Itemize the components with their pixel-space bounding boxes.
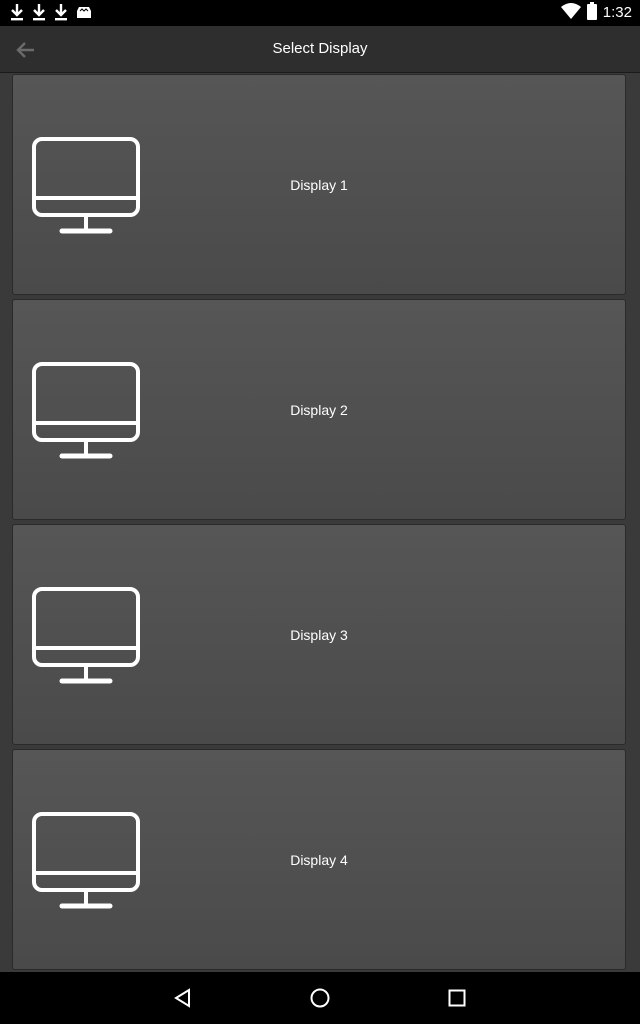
store-icon (76, 4, 92, 20)
display-list: Display 1 Display 2 Display 3 Display 4 (12, 74, 628, 974)
display-card-2[interactable]: Display 2 (12, 299, 626, 520)
system-icons: 1:32 (560, 1, 632, 25)
status-bar: 1:32 (0, 0, 640, 26)
display-label: Display 4 (290, 851, 348, 868)
notification-icons (10, 3, 92, 21)
arrow-left-icon (16, 42, 34, 58)
status-time: 1:32 (602, 4, 632, 21)
display-card-3[interactable]: Display 3 (12, 524, 626, 745)
nav-recents-icon (448, 989, 466, 1007)
back-button[interactable] (14, 38, 38, 62)
page-title: Select Display (272, 40, 368, 57)
display-card-1[interactable]: Display 1 (12, 74, 626, 295)
nav-home-button[interactable] (308, 986, 332, 1010)
screen: 1:32 Select Display Display 1 Display 2 … (0, 0, 640, 1024)
nav-back-icon (174, 988, 190, 1008)
display-label: Display 3 (290, 626, 348, 643)
nav-bar (0, 972, 640, 1024)
wifi-icon (560, 2, 581, 24)
display-label: Display 2 (290, 401, 348, 418)
nav-home-icon (310, 988, 330, 1008)
download-icon (54, 3, 68, 21)
nav-recents-button[interactable] (445, 986, 469, 1010)
app-bar: Select Display (0, 26, 640, 73)
nav-back-button[interactable] (171, 986, 195, 1010)
download-icon (10, 3, 24, 21)
display-label: Display 1 (290, 176, 348, 193)
download-icon (32, 3, 46, 21)
display-card-4[interactable]: Display 4 (12, 749, 626, 970)
battery-icon (586, 1, 597, 25)
